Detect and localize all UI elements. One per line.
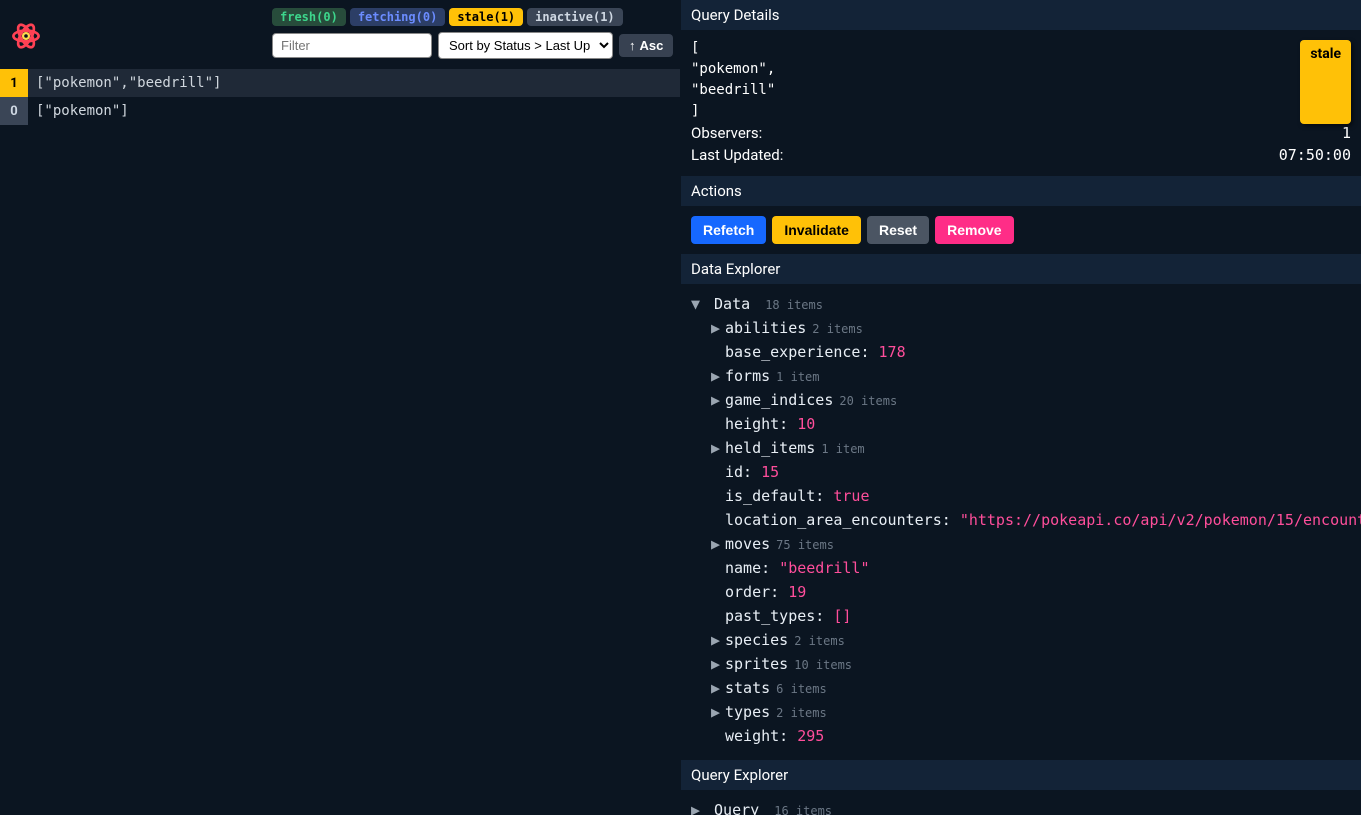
react-query-logo-icon [8,18,44,54]
logo-wrap [8,8,44,54]
caret-right-icon: ▶ [711,319,725,337]
caret-right-icon: ▶ [711,391,725,409]
query-row[interactable]: 0["pokemon"] [0,97,680,125]
pill-fetching[interactable]: fetching(0) [350,8,446,26]
caret-right-icon: ▶ [711,703,725,721]
tree-leaf: location_area_encounters: "https://pokea… [691,508,1351,532]
caret-right-icon: ▶ [711,439,725,457]
controls: fresh(0) fetching(0) stale(1) inactive(1… [52,8,673,59]
top-bar: fresh(0) fetching(0) stale(1) inactive(1… [0,0,680,67]
tree-leaf: past_types: [] [691,604,1351,628]
observers-label: Observers: [691,124,762,142]
tree-leaf: base_experience: 178 [691,340,1351,364]
invalidate-button[interactable]: Invalidate [772,216,861,244]
query-row[interactable]: 1["pokemon","beedrill"] [0,69,680,97]
query-key: ["pokemon"] [28,97,680,125]
query-list: 1["pokemon","beedrill"]0["pokemon"] [0,69,680,125]
tree-root[interactable]: ▼ Data 18 items [691,292,1351,316]
query-tree-root[interactable]: ▶ Query 16 items [691,798,1351,815]
tree-leaf: weight: 295 [691,724,1351,748]
sort-select[interactable]: Sort by Status > Last Upda [438,32,613,59]
caret-right-icon: ▶ [711,655,725,673]
tree-node[interactable]: ▶sprites10 items [691,652,1351,676]
query-details-header: Query Details [681,0,1361,30]
sort-order-button[interactable]: ↑ Asc [619,34,673,57]
data-explorer-body: ▼ Data 18 items ▶abilities2 itemsbase_ex… [681,284,1361,760]
last-updated-row: Last Updated: 07:50:00 [691,144,1351,166]
pill-fresh[interactable]: fresh(0) [272,8,346,26]
tree-leaf: id: 15 [691,460,1351,484]
left-panel: fresh(0) fetching(0) stale(1) inactive(1… [0,0,680,815]
query-details-body: stale [ "pokemon", "beedrill"] Observers… [681,30,1361,176]
pill-stale[interactable]: stale(1) [449,8,523,26]
tree-node[interactable]: ▶stats6 items [691,676,1351,700]
status-pills: fresh(0) fetching(0) stale(1) inactive(1… [272,8,673,26]
query-key: ["pokemon","beedrill"] [28,69,680,97]
filter-row: Sort by Status > Last Upda ↑ Asc [272,32,673,59]
last-updated-value: 07:50:00 [1279,146,1351,164]
tree-leaf: height: 10 [691,412,1351,436]
caret-right-icon: ▶ [711,367,725,385]
tree-leaf: order: 19 [691,580,1351,604]
caret-right-icon: ▶ [711,631,725,649]
caret-right-icon: ▶ [711,679,725,697]
query-key-display: [ "pokemon", "beedrill"] [691,38,1351,122]
arrow-up-icon: ↑ [629,38,636,53]
tree-leaf: name: "beedrill" [691,556,1351,580]
last-updated-label: Last Updated: [691,146,783,164]
caret-down-icon: ▼ [691,295,705,313]
tree-node[interactable]: ▶moves75 items [691,532,1351,556]
actions-body: Refetch Invalidate Reset Remove [681,206,1361,254]
query-explorer-body: ▶ Query 16 items [681,790,1361,815]
query-observer-count: 0 [0,97,28,125]
actions-header: Actions [681,176,1361,206]
query-explorer-header: Query Explorer [681,760,1361,790]
data-explorer-header: Data Explorer [681,254,1361,284]
tree-node[interactable]: ▶game_indices20 items [691,388,1351,412]
right-panel: Query Details stale [ "pokemon", "beedri… [680,0,1361,815]
remove-button[interactable]: Remove [935,216,1013,244]
tree-leaf: is_default: true [691,484,1351,508]
observers-row: Observers: 1 [691,122,1351,144]
tree-node[interactable]: ▶abilities2 items [691,316,1351,340]
tree-node[interactable]: ▶forms1 item [691,364,1351,388]
query-observer-count: 1 [0,69,28,97]
caret-right-icon: ▶ [711,535,725,553]
status-badge: stale [1300,40,1351,124]
tree-node[interactable]: ▶species2 items [691,628,1351,652]
filter-input[interactable] [272,33,432,58]
reset-button[interactable]: Reset [867,216,929,244]
tree-node[interactable]: ▶held_items1 item [691,436,1351,460]
tree-node[interactable]: ▶types2 items [691,700,1351,724]
pill-inactive[interactable]: inactive(1) [527,8,623,26]
caret-right-icon: ▶ [691,801,705,815]
observers-value: 1 [1342,124,1351,142]
refetch-button[interactable]: Refetch [691,216,766,244]
